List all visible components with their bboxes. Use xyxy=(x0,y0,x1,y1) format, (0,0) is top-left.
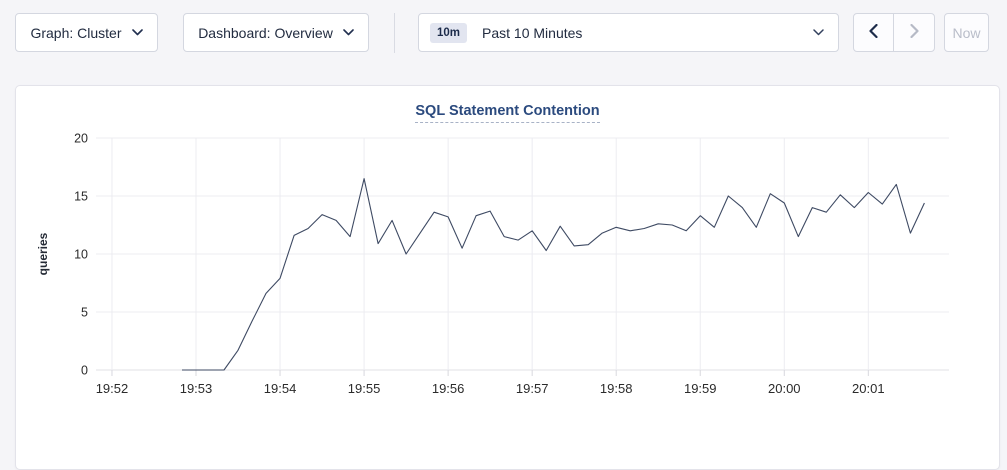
dashboard-dropdown[interactable]: Dashboard: Overview xyxy=(183,13,369,52)
chevron-down-icon xyxy=(813,29,824,36)
x-tick-label: 19:52 xyxy=(96,381,129,396)
y-tick-label: 5 xyxy=(81,306,88,320)
x-tick-label: 19:57 xyxy=(516,381,549,396)
chevron-down-icon xyxy=(343,29,354,36)
x-tick-label: 20:00 xyxy=(768,381,801,396)
series-line-queries xyxy=(182,179,924,370)
x-tick-label: 19:55 xyxy=(348,381,381,396)
x-tick-label: 19:59 xyxy=(684,381,717,396)
x-tick-label: 20:01 xyxy=(852,381,885,396)
now-button[interactable]: Now xyxy=(944,13,989,52)
y-tick-label: 20 xyxy=(74,132,88,146)
graph-dropdown-label: Graph: Cluster xyxy=(30,25,121,41)
y-tick-label: 0 xyxy=(81,364,88,378)
next-time-window-button[interactable] xyxy=(894,14,934,51)
chart-title[interactable]: SQL Statement Contention xyxy=(415,103,599,123)
chevron-right-icon xyxy=(910,24,919,41)
time-range-badge: 10m xyxy=(430,23,467,43)
dashboard-dropdown-label: Dashboard: Overview xyxy=(198,25,333,41)
chart-panel: SQL Statement Contention 0 5 10 15 20 19:52 19… xyxy=(15,85,1000,470)
chevron-down-icon xyxy=(132,29,143,36)
previous-time-window-button[interactable] xyxy=(854,14,894,51)
chevron-left-icon xyxy=(869,24,878,41)
toolbar-separator xyxy=(394,13,395,53)
time-range-dropdown[interactable]: 10m Past 10 Minutes xyxy=(418,13,839,52)
sql-contention-line-chart[interactable]: 0 5 10 15 20 19:52 19:53 19:54 19:55 19:56 19:57 19… xyxy=(16,125,1001,417)
x-tick-label: 19:54 xyxy=(264,381,297,396)
x-tick-label: 19:58 xyxy=(600,381,633,396)
y-tick-label: 15 xyxy=(74,190,88,204)
toolbar: Graph: Cluster Dashboard: Overview 10m P… xyxy=(0,0,1007,52)
graph-dropdown[interactable]: Graph: Cluster xyxy=(15,13,158,52)
chart-title-row: SQL Statement Contention xyxy=(16,86,999,125)
y-axis-label: queries xyxy=(36,232,50,275)
y-tick-label: 10 xyxy=(74,248,88,262)
time-range-label: Past 10 Minutes xyxy=(482,25,813,41)
x-tick-label: 19:53 xyxy=(180,381,213,396)
x-tick-label: 19:56 xyxy=(432,381,465,396)
time-pager xyxy=(853,13,935,52)
chart-area: 0 5 10 15 20 19:52 19:53 19:54 19:55 19:56 19:57 19… xyxy=(16,125,1001,417)
